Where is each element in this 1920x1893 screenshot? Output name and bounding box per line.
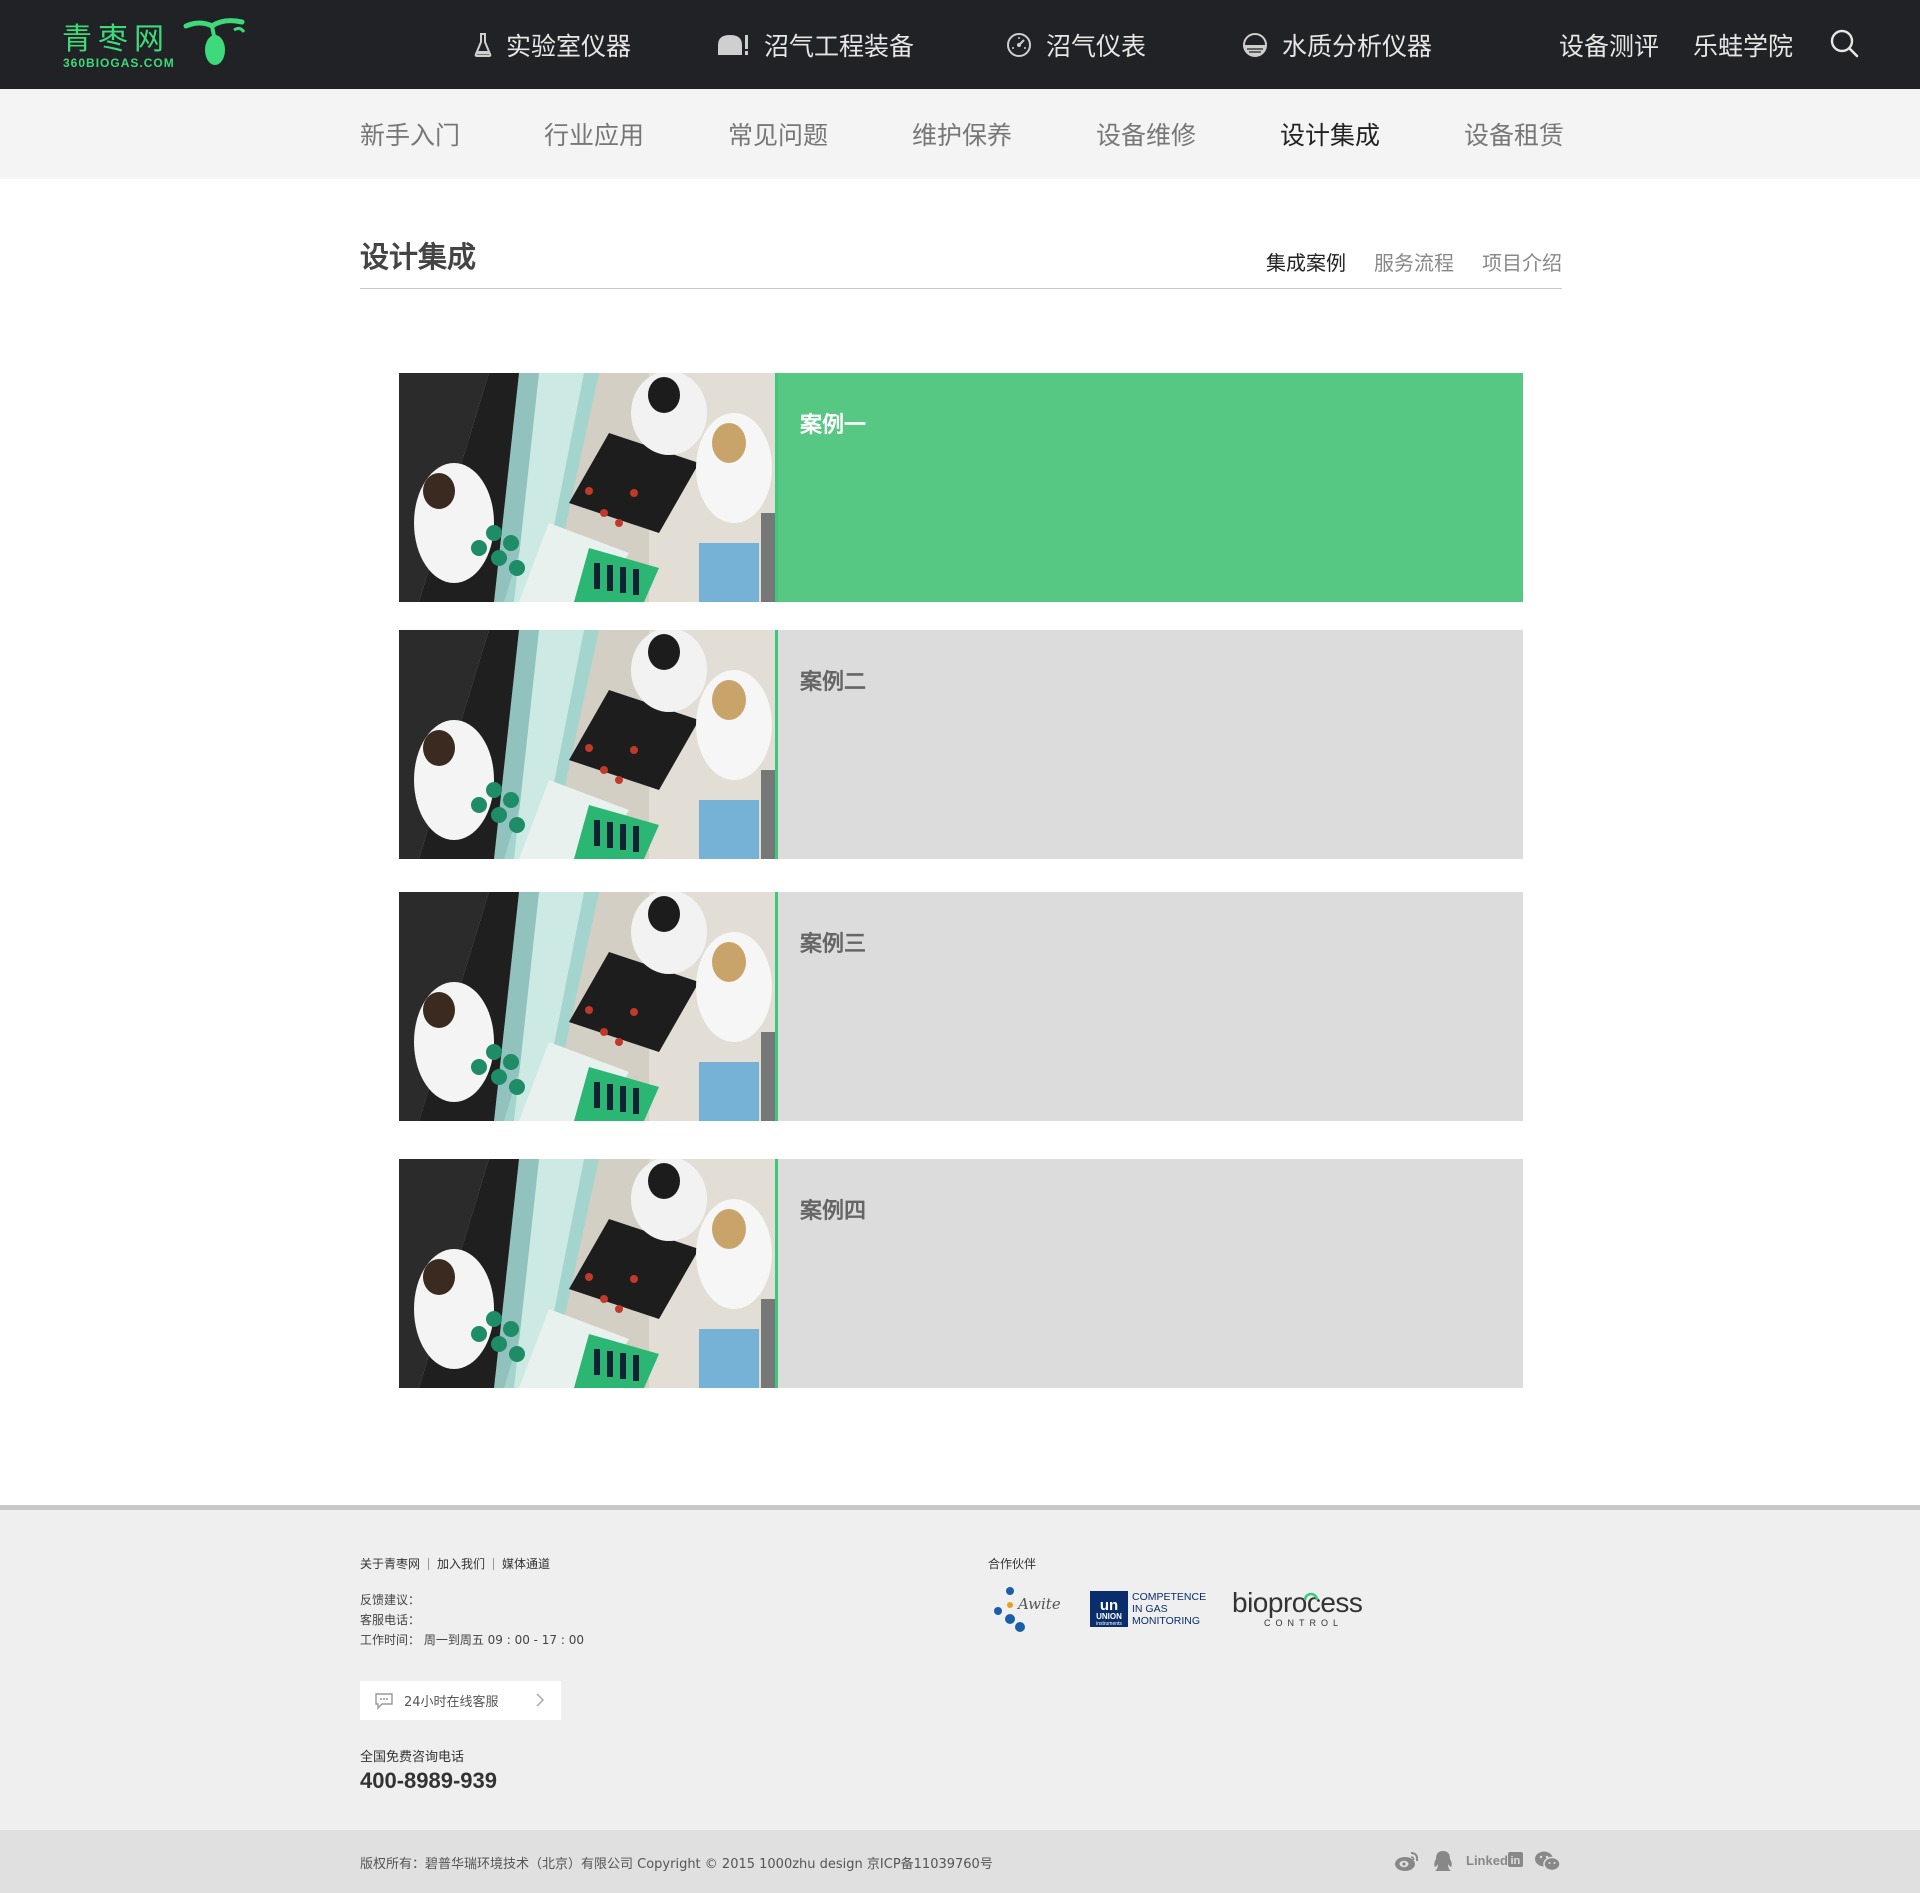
- hotline-label: 全国免费咨询电话: [360, 1750, 465, 1765]
- chat-bubble-icon: [374, 1692, 394, 1710]
- partner-logo-bioprocess[interactable]: bioprocess CONTROL: [1232, 1585, 1372, 1635]
- case-thumbnail: [399, 373, 777, 602]
- case-title: 案例三: [800, 932, 867, 957]
- logo-domain: 360BIOGAS.COM: [63, 56, 175, 70]
- partner-logo-union[interactable]: un UNION instruments COMPETENCE IN GAS M…: [1090, 1585, 1212, 1635]
- footer-link-media[interactable]: 媒体通道: [502, 1555, 550, 1572]
- search-icon[interactable]: [1830, 29, 1860, 59]
- case-card[interactable]: 案例三: [399, 892, 1523, 1121]
- subnav-industry[interactable]: 行业应用: [544, 89, 644, 179]
- top-bar: 青枣网 360BIOGAS.COM 实验室仪器 沼气工程装备 沼气仪表 水质分析…: [0, 0, 1920, 89]
- nav-biogas-meters[interactable]: 沼气仪表: [1006, 0, 1146, 89]
- subnav-rental[interactable]: 设备租赁: [1464, 89, 1564, 179]
- weibo-icon[interactable]: [1394, 1849, 1420, 1877]
- case-thumbnail: [399, 630, 777, 859]
- nav-label: 沼气仪表: [1046, 31, 1147, 61]
- nav-water-analysis[interactable]: 水质分析仪器: [1242, 0, 1432, 89]
- footer-link-join[interactable]: 加入我们: [437, 1555, 485, 1572]
- case-panel: 案例四: [778, 1159, 1523, 1388]
- svg-text:COMPETENCE: COMPETENCE: [1132, 1591, 1206, 1603]
- svg-text:UNION: UNION: [1096, 1612, 1122, 1621]
- case-panel: 案例三: [778, 892, 1523, 1121]
- hotline-number: 400-8989-939: [360, 1768, 498, 1793]
- svg-text:Linked: Linked: [1466, 1853, 1508, 1868]
- svg-text:bioprocess: bioprocess: [1232, 1587, 1362, 1618]
- link-separator: [428, 1557, 430, 1570]
- partner-name: Awite: [1016, 1595, 1061, 1613]
- case-title: 案例二: [800, 670, 867, 695]
- case-card[interactable]: 案例二: [399, 630, 1523, 859]
- jujube-logo-icon: [183, 18, 246, 65]
- sub-nav: 新手入门 行业应用 常见问题 维护保养 设备维修 设计集成 设备租赁: [0, 89, 1920, 179]
- subnav-repair[interactable]: 设备维修: [1096, 89, 1196, 179]
- page-title: 设计集成: [360, 240, 477, 274]
- working-hours: 工作时间： 周一到周五 09 : 00 - 17 : 00: [360, 1633, 585, 1647]
- chevron-right-icon: [535, 1692, 545, 1712]
- case-title: 案例四: [800, 1199, 867, 1224]
- tab-integration-cases[interactable]: 集成案例: [1266, 247, 1346, 276]
- tab-service-process[interactable]: 服务流程: [1374, 247, 1454, 276]
- svg-text:MONITORING: MONITORING: [1132, 1615, 1200, 1627]
- subnav-beginner[interactable]: 新手入门: [360, 89, 460, 179]
- case-title: 案例一: [800, 413, 867, 438]
- case-thumbnail: [399, 1159, 777, 1388]
- subnav-maintenance[interactable]: 维护保养: [912, 89, 1012, 179]
- footer-links: 关于青枣网 加入我们 媒体通道: [360, 1555, 550, 1572]
- copyright-text: 版权所有：碧普华瑞环境技术（北京）有限公司 Copyright © 2015 1…: [360, 1857, 993, 1872]
- partner-logo-awite[interactable]: Awite: [988, 1585, 1068, 1641]
- tab-project-intro[interactable]: 项目介绍: [1482, 247, 1562, 276]
- svg-text:IN GAS: IN GAS: [1132, 1603, 1168, 1615]
- nav-academy[interactable]: 乐蛙学院: [1693, 0, 1793, 89]
- online-service-button[interactable]: 24小时在线客服: [360, 1681, 561, 1720]
- nav-biogas-equipment[interactable]: 沼气工程装备: [716, 0, 914, 89]
- service-phone-label: 客服电话：: [360, 1613, 421, 1627]
- subnav-faq[interactable]: 常见问题: [728, 89, 828, 179]
- nav-label: 实验室仪器: [506, 31, 632, 61]
- svg-text:instruments: instruments: [1096, 1621, 1122, 1627]
- tank-icon: [716, 33, 750, 57]
- nav-label: 沼气工程装备: [764, 31, 915, 61]
- footer: [0, 1510, 1920, 1830]
- case-card[interactable]: 案例四: [399, 1159, 1523, 1388]
- case-panel: 案例二: [778, 630, 1523, 859]
- online-service-label: 24小时在线客服: [404, 1695, 499, 1710]
- subnav-design-integration[interactable]: 设计集成: [1280, 89, 1380, 179]
- flask-icon: [474, 32, 492, 58]
- water-icon: [1242, 32, 1268, 58]
- link-separator: [493, 1557, 495, 1570]
- nav-lab-instruments[interactable]: 实验室仪器: [474, 0, 631, 89]
- case-panel: 案例一: [778, 373, 1523, 602]
- gauge-icon: [1006, 32, 1032, 58]
- partners-title: 合作伙伴: [988, 1557, 1037, 1571]
- case-card[interactable]: 案例一: [399, 373, 1523, 602]
- site-logo[interactable]: 青枣网 360BIOGAS.COM: [60, 14, 250, 74]
- feedback-label: 反馈建议：: [360, 1593, 421, 1607]
- svg-text:in: in: [1511, 1855, 1521, 1867]
- section-divider: [360, 288, 1562, 289]
- qq-icon[interactable]: [1432, 1849, 1454, 1877]
- nav-label: 水质分析仪器: [1282, 31, 1433, 61]
- nav-label: 乐蛙学院: [1693, 31, 1794, 61]
- nav-equipment-review[interactable]: 设备测评: [1559, 0, 1659, 89]
- svg-text:CONTROL: CONTROL: [1264, 1618, 1343, 1628]
- footer-link-about[interactable]: 关于青枣网: [360, 1555, 420, 1572]
- nav-label: 设备测评: [1559, 31, 1660, 61]
- wechat-icon[interactable]: [1534, 1849, 1562, 1877]
- logo-text: 青枣网: [62, 22, 170, 57]
- linkedin-icon[interactable]: Linked in: [1466, 1849, 1524, 1877]
- case-thumbnail: [399, 892, 777, 1121]
